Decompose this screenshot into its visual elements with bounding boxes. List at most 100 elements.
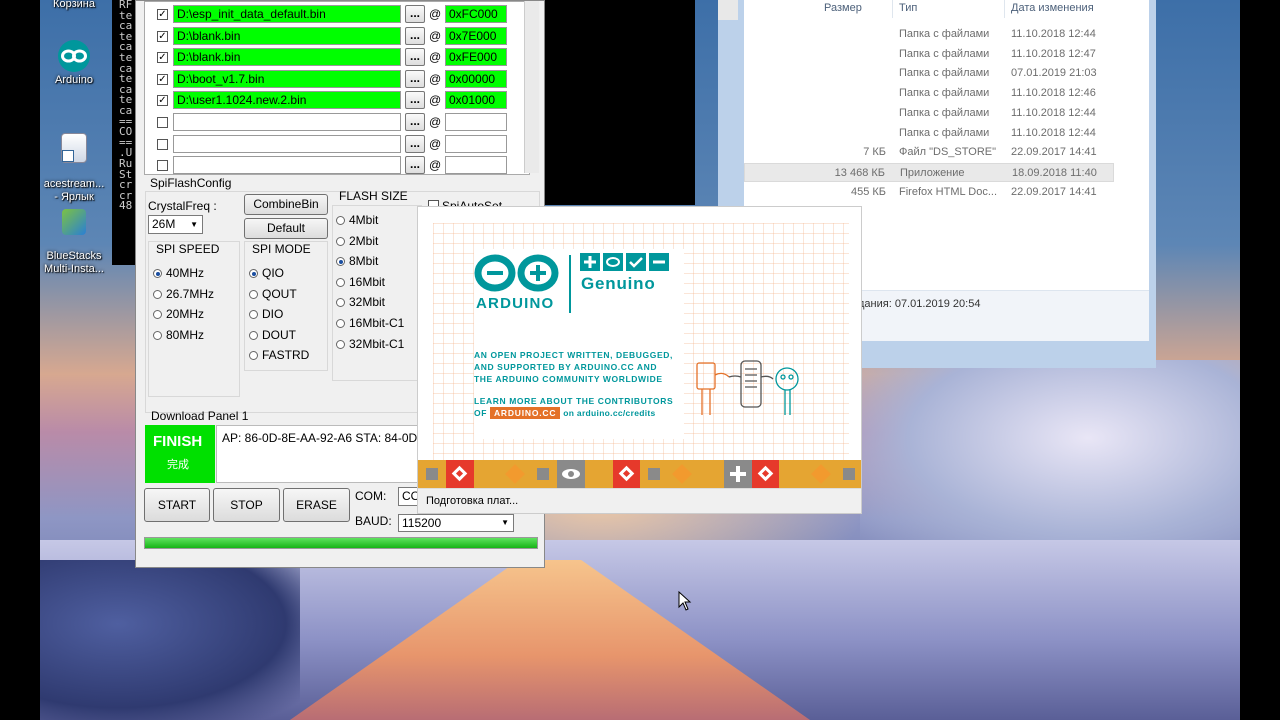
- file-path-input[interactable]: [173, 156, 401, 174]
- flash-address-input[interactable]: [445, 113, 507, 131]
- radio-dot: [249, 351, 258, 361]
- pattern-tile-icon: [640, 460, 669, 488]
- explorer-file-row[interactable]: Папка с файлами 07.01.2019 21:03: [744, 64, 1114, 83]
- chevron-down-icon: ▼: [190, 220, 198, 229]
- file-path-input[interactable]: D:\boot_v1.7.bin: [173, 69, 401, 88]
- explorer-scrollbar[interactable]: [718, 0, 738, 20]
- explorer-file-row[interactable]: 13 468 КБ Приложение 18.09.2018 11:40: [744, 162, 1114, 182]
- stop-button[interactable]: STOP: [213, 488, 280, 522]
- file-enable-checkbox[interactable]: ✓: [157, 30, 168, 42]
- flash-address-input[interactable]: 0x01000: [445, 91, 507, 110]
- spi-mode-radio[interactable]: QOUT: [249, 287, 297, 301]
- browse-file-button[interactable]: ...: [405, 26, 425, 45]
- flash-size-option-label: 8Mbit: [349, 254, 379, 269]
- file-enable-checkbox[interactable]: [157, 117, 168, 128]
- column-header-date[interactable]: Дата изменения: [1011, 2, 1094, 14]
- file-enable-checkbox[interactable]: [157, 160, 168, 172]
- column-header-size[interactable]: Размер: [824, 2, 862, 14]
- flash-size-radio[interactable]: 32Mbit-C1: [336, 337, 404, 351]
- flash-address-input[interactable]: 0xFC000: [445, 5, 507, 23]
- arduino-infinity-logo-icon: [472, 251, 562, 298]
- flash-address-input[interactable]: [445, 156, 507, 174]
- bluestacks-icon: [62, 209, 86, 235]
- file-enable-checkbox[interactable]: ✓: [157, 95, 168, 107]
- explorer-file-row[interactable]: Папка с файлами 11.10.2018 12:44: [744, 104, 1114, 123]
- browse-file-button[interactable]: ...: [405, 156, 425, 174]
- flash-size-radio[interactable]: 8Mbit: [336, 254, 378, 268]
- explorer-file-row[interactable]: Папка с файлами 11.10.2018 12:46: [744, 84, 1114, 103]
- desktop-icon-arduino[interactable]: Arduino: [38, 40, 110, 87]
- browse-file-button[interactable]: ...: [405, 134, 425, 153]
- file-enable-checkbox[interactable]: ✓: [157, 52, 168, 64]
- flash-size-radio[interactable]: 16Mbit-C1: [336, 316, 404, 330]
- flash-address-input[interactable]: 0xFE000: [445, 48, 507, 67]
- explorer-file-row[interactable]: Папка с файлами 11.10.2018 12:44: [744, 124, 1114, 143]
- desktop-icon-label: Корзина: [53, 0, 95, 10]
- explorer-file-row[interactable]: 7 КБ Файл "DS_STORE" 22.09.2017 14:41: [744, 143, 1114, 162]
- file-list: ✓ D:\esp_init_data_default.bin... @0xFC000…: [144, 1, 530, 175]
- file-enable-checkbox[interactable]: [157, 138, 168, 150]
- spi-mode-radio[interactable]: DIO: [249, 307, 283, 321]
- letterbox-right: [1240, 0, 1280, 720]
- file-date: 22.09.2017 14:41: [1011, 185, 1097, 198]
- browse-file-button[interactable]: ...: [405, 69, 425, 88]
- spi-speed-radio[interactable]: 40MHz: [153, 266, 204, 280]
- crystal-freq-value: 26M: [152, 217, 176, 231]
- explorer-file-row[interactable]: Папка с файлами 11.10.2018 12:47: [744, 45, 1114, 64]
- file-size: 455 КБ: [850, 185, 886, 198]
- radio-dot: [336, 236, 345, 246]
- spi-mode-option-label: FASTRD: [262, 348, 310, 363]
- flash-size-radio[interactable]: 2Mbit: [336, 234, 378, 248]
- spi-mode-radio[interactable]: QIO: [249, 266, 284, 280]
- at-label: @: [429, 50, 442, 65]
- default-button[interactable]: Default: [244, 218, 328, 239]
- pattern-tile-icon: [556, 460, 585, 488]
- spi-speed-radio[interactable]: 80MHz: [153, 328, 204, 342]
- flash-size-radio[interactable]: 4Mbit: [336, 213, 378, 227]
- browse-file-button[interactable]: ...: [405, 48, 425, 67]
- file-row: ✓ D:\boot_v1.7.bin... @0x00000: [145, 69, 529, 89]
- radio-dot: [153, 269, 162, 278]
- flash-size-radio[interactable]: 16Mbit: [336, 275, 385, 289]
- flash-address-input[interactable]: 0x7E000: [445, 26, 507, 45]
- spi-speed-radio[interactable]: 26.7MHz: [153, 287, 214, 301]
- file-path-input[interactable]: [173, 113, 401, 131]
- spi-mode-radio[interactable]: DOUT: [249, 328, 296, 342]
- file-type: Файл "DS_STORE": [899, 146, 997, 159]
- baud-rate-select[interactable]: 115200 ▼: [398, 514, 514, 532]
- file-list-scrollbar[interactable]: [524, 1, 539, 173]
- desktop-icon-recycle-bin[interactable]: Корзина: [38, 0, 110, 11]
- combine-bin-button[interactable]: CombineBin: [244, 194, 328, 215]
- spi-speed-radio[interactable]: 20MHz: [153, 307, 204, 321]
- explorer-file-row[interactable]: 455 КБ Firefox HTML Doc... 22.09.2017 14:4…: [744, 183, 1114, 202]
- pattern-tile-icon: [501, 460, 529, 488]
- wallpaper-trees-left: [40, 560, 300, 720]
- file-path-input[interactable]: D:\blank.bin: [173, 48, 401, 67]
- browse-file-button[interactable]: ...: [405, 5, 425, 23]
- splash-credits-text: LEARN MORE ABOUT THE CONTRIBUTORS OF ARD…: [474, 395, 673, 419]
- radio-dot: [336, 319, 345, 328]
- flash-size-option-label: 2Mbit: [349, 233, 379, 248]
- com-port-select[interactable]: CO: [398, 487, 418, 506]
- erase-button[interactable]: ERASE: [283, 488, 350, 522]
- start-button[interactable]: START: [144, 488, 210, 522]
- spi-mode-radio[interactable]: FASTRD: [249, 348, 309, 362]
- column-header-type[interactable]: Тип: [899, 2, 917, 14]
- crystal-freq-select[interactable]: 26M ▼: [148, 215, 203, 234]
- browse-file-button[interactable]: ...: [405, 91, 425, 110]
- file-path-input[interactable]: D:\user1.1024.new.2.bin: [173, 91, 401, 110]
- desktop-icon-acestream[interactable]: acestream... - Ярлык: [38, 120, 110, 204]
- file-path-input[interactable]: D:\blank.bin: [173, 26, 401, 45]
- flash-address-input[interactable]: 0x00000: [445, 69, 507, 88]
- shortcut-file-icon: [61, 133, 87, 163]
- explorer-file-row[interactable]: Папка с файлами 11.10.2018 12:44: [744, 25, 1114, 44]
- file-path-input[interactable]: D:\esp_init_data_default.bin: [173, 5, 401, 23]
- file-date: 11.10.2018 12:47: [1011, 47, 1096, 60]
- flash-size-radio[interactable]: 32Mbit: [336, 295, 385, 309]
- file-enable-checkbox[interactable]: ✓: [157, 73, 168, 85]
- file-path-input[interactable]: [173, 134, 401, 153]
- browse-file-button[interactable]: ...: [405, 113, 425, 131]
- flash-address-input[interactable]: [445, 134, 507, 153]
- desktop-icon-bluestacks[interactable]: BlueStacks Multi-Insta...: [38, 196, 110, 276]
- file-enable-checkbox[interactable]: ✓: [157, 9, 168, 20]
